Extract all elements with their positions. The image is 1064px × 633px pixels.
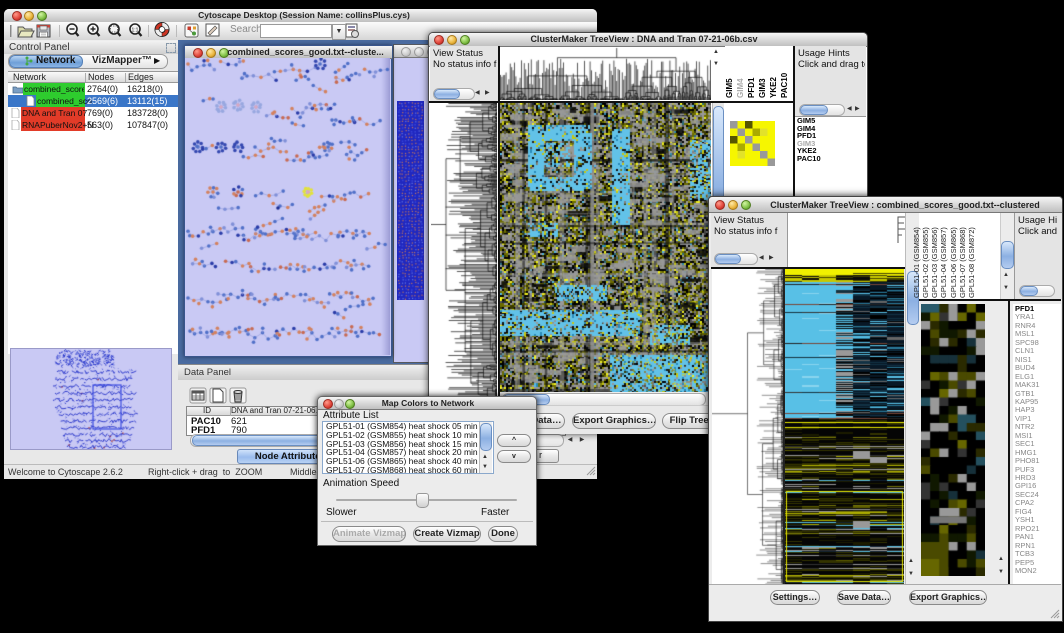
svg-text:1:1: 1:1 xyxy=(132,28,139,34)
